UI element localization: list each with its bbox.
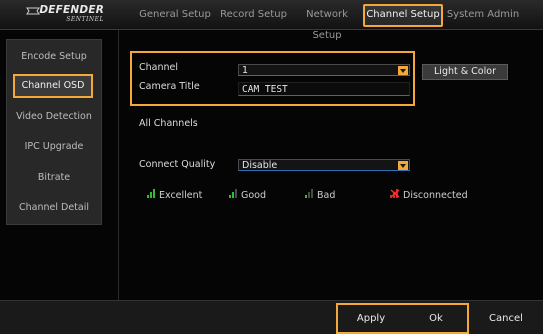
ok-button[interactable]: Ok xyxy=(410,309,462,329)
tab-network-setup[interactable]: Network Setup xyxy=(291,4,363,41)
cancel-button[interactable]: Cancel xyxy=(478,309,534,329)
sidebar-item-channel-osd[interactable]: Channel OSD xyxy=(13,74,93,98)
tab-system-admin[interactable]: System Admin xyxy=(445,4,521,27)
legend-label: Excellent xyxy=(159,190,203,201)
legend-label: Disconnected xyxy=(403,190,468,201)
panel-divider xyxy=(118,30,119,300)
chevron-down-icon[interactable] xyxy=(398,66,408,75)
signal-bad-icon xyxy=(305,189,314,198)
sidebar: Encode Setup Channel OSD Video Detection… xyxy=(6,39,102,225)
tab-general-setup[interactable]: General Setup xyxy=(136,4,214,27)
signal-excellent-icon xyxy=(147,189,156,198)
legend-excellent: Excellent xyxy=(147,189,202,201)
legend-bad: Bad xyxy=(305,189,335,201)
legend-label: Bad xyxy=(317,190,336,201)
legend-label: Good xyxy=(241,190,267,201)
chevron-down-icon[interactable] xyxy=(398,161,408,170)
camera-title-input[interactable]: CAM TEST xyxy=(238,82,410,96)
tab-record-setup[interactable]: Record Setup xyxy=(216,4,291,27)
channel-label: Channel xyxy=(139,62,179,73)
channel-setup-screen: DEFENDER SENTINEL General Setup Record S… xyxy=(0,0,543,334)
signal-good-icon xyxy=(229,189,238,198)
sidebar-item-ipc-upgrade[interactable]: IPC Upgrade xyxy=(7,135,101,159)
channel-settings-highlight xyxy=(130,51,415,106)
apply-button[interactable]: Apply xyxy=(345,309,397,329)
sidebar-item-channel-detail[interactable]: Channel Detail xyxy=(7,196,101,220)
connect-quality-select[interactable]: Disable xyxy=(238,159,410,171)
sidebar-item-bitrate[interactable]: Bitrate xyxy=(7,166,101,190)
connect-quality-label: Connect Quality xyxy=(139,159,216,170)
sidebar-item-encode-setup[interactable]: Encode Setup xyxy=(7,45,101,69)
top-bar: DEFENDER SENTINEL General Setup Record S… xyxy=(0,0,543,41)
light-and-color-button[interactable]: Light & Color xyxy=(422,64,508,80)
camera-title-label: Camera Title xyxy=(139,81,200,92)
brand-tagline: SENTINEL xyxy=(66,16,104,23)
connect-quality-value: Disable xyxy=(242,160,278,171)
signal-disconnected-icon xyxy=(390,189,400,198)
all-channels-label: All Channels xyxy=(139,118,198,129)
channel-select-value: 1 xyxy=(242,65,249,76)
legend-disconnected: Disconnected xyxy=(390,189,468,201)
channel-select[interactable]: 1 xyxy=(238,64,410,76)
defender-logo: DEFENDER SENTINEL xyxy=(24,4,104,28)
legend-good: Good xyxy=(229,189,266,201)
tab-channel-setup[interactable]: Channel Setup xyxy=(363,4,443,27)
sidebar-item-video-detection[interactable]: Video Detection xyxy=(7,105,101,129)
logo-emblem-icon xyxy=(26,7,40,15)
